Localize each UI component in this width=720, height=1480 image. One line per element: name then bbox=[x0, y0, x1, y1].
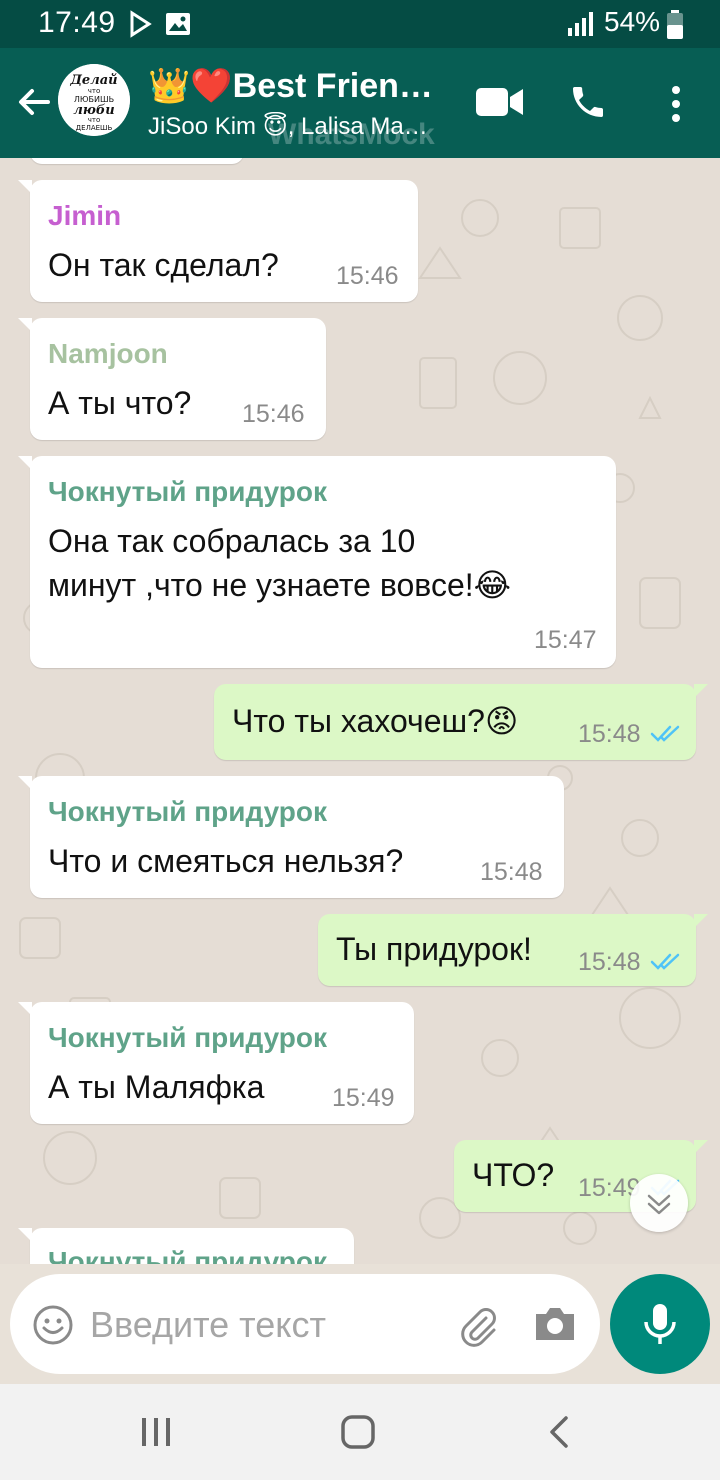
message-text: А ты что? bbox=[48, 385, 192, 421]
message-bubble[interactable]: Чокнутый придурок Что и смеяться нельзя?… bbox=[18, 776, 564, 898]
message-text: Что и смеяться нельзя? bbox=[48, 843, 404, 879]
paperclip-icon[interactable] bbox=[456, 1304, 500, 1348]
message-time: 15:49 bbox=[332, 1084, 395, 1112]
svg-text:что: что bbox=[88, 87, 101, 95]
bubble-tail bbox=[694, 914, 708, 928]
mic-button[interactable] bbox=[610, 1274, 710, 1374]
svg-text:ДЕЛАЕШЬ: ДЕЛАЕШЬ bbox=[76, 124, 113, 132]
message-time: 15:46 bbox=[242, 400, 305, 428]
message-bubble[interactable]: Namjoon А ты что? 15:46 bbox=[18, 318, 326, 440]
recents-icon[interactable] bbox=[140, 1414, 172, 1450]
chat-header: Делай что ЛЮБИШЬ люби что ДЕЛАЕШЬ 👑❤️Bes… bbox=[0, 48, 720, 158]
home-icon[interactable] bbox=[340, 1414, 376, 1450]
message-bubble[interactable]: Чокнутый придурок А ты Маляфка 15:49 bbox=[18, 1002, 414, 1124]
message-text: Ты придурок! bbox=[336, 931, 532, 967]
double-chevron-down-icon bbox=[647, 1194, 671, 1215]
sender-name: Namjoon bbox=[48, 338, 168, 369]
battery-icon bbox=[667, 10, 683, 39]
message-time: 15:46 bbox=[336, 262, 399, 290]
more-vert-icon[interactable] bbox=[664, 84, 688, 124]
mic-icon bbox=[644, 1304, 676, 1344]
emoji-icon[interactable] bbox=[32, 1304, 74, 1346]
image-icon bbox=[166, 13, 190, 35]
message-bubble-partial bbox=[30, 158, 244, 164]
status-time: 17:49 bbox=[38, 6, 116, 39]
message-text: Что ты хахочеш?😡 bbox=[232, 703, 519, 739]
sender-name: Чокнутый придурок bbox=[48, 1246, 328, 1264]
read-ticks-icon bbox=[650, 953, 680, 970]
message-time: 15:47 bbox=[534, 626, 597, 654]
bubble-tail bbox=[18, 318, 32, 332]
message-bubble[interactable]: Чокнутый придурок Она так собралась за 1… bbox=[18, 456, 616, 668]
sender-name: Чокнутый придурок bbox=[48, 476, 328, 507]
message-list[interactable]: Jimin Он так сделал? 15:46 Namjoon А ты … bbox=[0, 158, 720, 1264]
voice-call-icon[interactable] bbox=[568, 82, 608, 122]
message-bubble[interactable]: Чокнутый придурок bbox=[18, 1228, 354, 1264]
message-text: ЧТО? bbox=[472, 1157, 555, 1193]
bubble-tail bbox=[694, 684, 708, 698]
bubble-tail bbox=[18, 180, 32, 194]
video-call-icon[interactable] bbox=[476, 86, 524, 118]
bubble-tail bbox=[18, 1228, 32, 1242]
message-text: минут ,что не узнаете вовсе!😂 bbox=[48, 567, 512, 603]
play-icon bbox=[130, 10, 152, 38]
avatar-lettering: Делай что ЛЮБИШЬ люби что ДЕЛАЕШЬ bbox=[58, 64, 130, 136]
camera-icon[interactable] bbox=[532, 1304, 578, 1344]
message-text: Она так собралась за 10 bbox=[48, 523, 416, 559]
bubble-tail bbox=[694, 1140, 708, 1154]
sender-name: Jimin bbox=[48, 200, 122, 231]
watermark: WhatsMock bbox=[268, 118, 435, 151]
bubble-tail bbox=[18, 776, 32, 790]
svg-text:что: что bbox=[88, 116, 101, 124]
sender-name: Чокнутый придурок bbox=[48, 1022, 328, 1053]
scroll-to-bottom-button[interactable] bbox=[630, 1174, 688, 1232]
group-avatar[interactable]: Делай что ЛЮБИШЬ люби что ДЕЛАЕШЬ bbox=[58, 64, 130, 136]
chat-title[interactable]: 👑❤️Best Frien… bbox=[148, 66, 448, 106]
bubble-tail bbox=[18, 1002, 32, 1016]
message-bubble[interactable]: Jimin Он так сделал? 15:46 bbox=[18, 180, 418, 302]
message-bubble-outgoing[interactable]: Что ты хахочеш?😡 15:48 bbox=[214, 684, 708, 760]
message-bubble-outgoing[interactable]: Ты придурок! 15:48 bbox=[318, 914, 708, 986]
status-bar: 17:49 54% bbox=[0, 0, 720, 48]
message-text: Он так сделал? bbox=[48, 247, 279, 283]
message-time: 15:48 bbox=[480, 858, 543, 886]
message-input[interactable]: Введите текст bbox=[90, 1304, 326, 1346]
read-ticks-icon bbox=[650, 725, 680, 742]
back-icon[interactable] bbox=[544, 1414, 572, 1450]
message-time: 15:48 bbox=[578, 948, 641, 976]
message-text: А ты Маляфка bbox=[48, 1069, 265, 1105]
message-time: 15:48 bbox=[578, 720, 641, 748]
sender-name: Чокнутый придурок bbox=[48, 796, 328, 827]
arrow-left-icon[interactable] bbox=[14, 82, 54, 122]
message-composer: Введите текст bbox=[10, 1274, 600, 1374]
battery-percent: 54% bbox=[604, 6, 661, 37]
signal-icon bbox=[568, 12, 593, 36]
svg-text:Делай: Делай bbox=[69, 73, 117, 88]
system-navigation-bar bbox=[0, 1384, 720, 1480]
bubble-tail bbox=[18, 456, 32, 470]
